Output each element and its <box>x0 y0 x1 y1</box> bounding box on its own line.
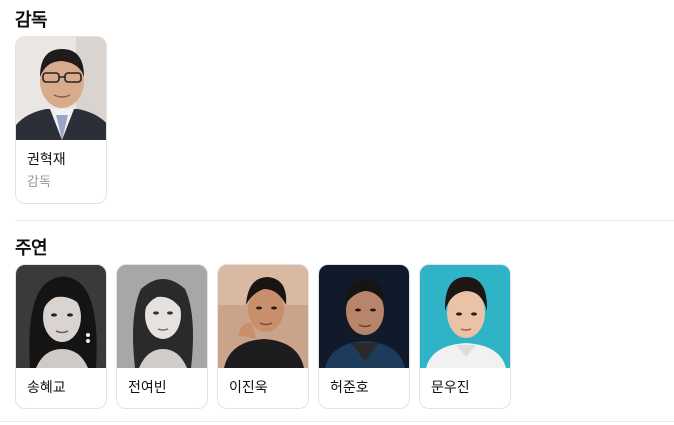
person-card-director[interactable]: 권혁재 감독 <box>15 36 107 204</box>
cast-info: 송혜교 <box>16 368 106 408</box>
person-name[interactable]: 전여빈 <box>128 378 196 398</box>
person-name[interactable]: 문우진 <box>431 378 499 398</box>
person-card-cast[interactable]: 허준호 <box>318 264 410 409</box>
person-card-cast[interactable]: 문우진 <box>419 264 511 409</box>
person-card-cast[interactable]: 전여빈 <box>116 264 208 409</box>
cast-info: 전여빈 <box>117 368 207 408</box>
directors-heading: 감독 <box>15 10 48 31</box>
directors-section: 감독 권혁재 감독 <box>15 10 107 204</box>
cast-photo <box>319 265 409 368</box>
cast-list: 송혜교 전여빈 이진욱 허준호 문우진 <box>15 264 511 409</box>
cast-photo <box>218 265 308 368</box>
cast-photo <box>16 265 106 368</box>
cast-heading: 주연 <box>15 238 48 259</box>
person-name[interactable]: 권혁재 <box>27 150 95 170</box>
person-role: 감독 <box>27 175 51 190</box>
cast-section: 주연 송혜교 전여빈 이진욱 허준호 문우진 <box>15 238 511 409</box>
cast-photo <box>117 265 207 368</box>
person-name[interactable]: 허준호 <box>330 378 398 398</box>
directors-list: 권혁재 감독 <box>15 36 107 204</box>
person-card-cast[interactable]: 이진욱 <box>217 264 309 409</box>
director-photo <box>16 37 106 140</box>
cast-photo <box>420 265 510 368</box>
person-card-cast[interactable]: 송혜교 <box>15 264 107 409</box>
person-name[interactable]: 송혜교 <box>27 378 95 398</box>
director-info: 권혁재 감독 <box>16 140 106 203</box>
cast-info: 허준호 <box>319 368 409 408</box>
bottom-divider <box>0 421 674 422</box>
cast-info: 문우진 <box>420 368 510 408</box>
cast-info: 이진욱 <box>218 368 308 408</box>
section-divider <box>15 220 674 221</box>
person-name[interactable]: 이진욱 <box>229 378 297 398</box>
